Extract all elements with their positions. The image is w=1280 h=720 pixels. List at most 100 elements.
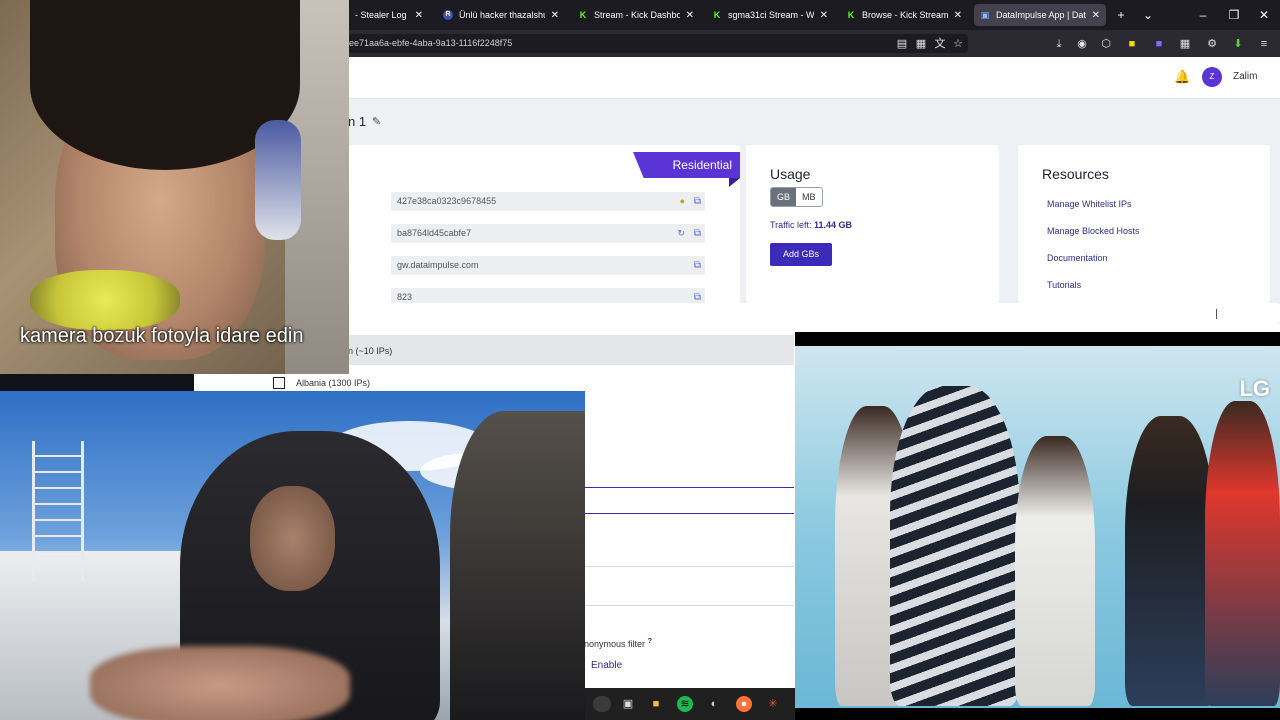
extension-yellow-icon[interactable]: ■ bbox=[1125, 37, 1139, 51]
maximize-icon[interactable]: ❐ bbox=[1225, 6, 1243, 24]
bookmark-star-icon[interactable]: ☆ bbox=[951, 37, 965, 51]
password-value: ba8764ld45cabfe7 bbox=[397, 228, 472, 238]
tab-list-icon[interactable]: ⌄ bbox=[1139, 6, 1157, 24]
tab-dataimpulse[interactable]: ▣ DataImpulse App | DataIm ✕ bbox=[974, 4, 1106, 26]
close-icon[interactable]: ✕ bbox=[820, 10, 828, 21]
section-card bbox=[348, 303, 1280, 323]
add-gbs-button[interactable]: Add GBs bbox=[770, 243, 832, 266]
divider bbox=[584, 487, 794, 488]
close-icon[interactable]: ✕ bbox=[686, 10, 694, 21]
resources-title: Resources bbox=[1042, 166, 1109, 182]
traffic-value: 11.44 GB bbox=[814, 220, 853, 230]
tab-kick-watch[interactable]: K sgma31ci Stream - Watch L ✕ bbox=[706, 4, 834, 26]
reader-icon[interactable]: ▤ bbox=[895, 37, 909, 51]
account-icon[interactable]: ◉ bbox=[1075, 37, 1089, 51]
divider bbox=[584, 605, 794, 606]
close-icon[interactable]: ✕ bbox=[1092, 10, 1100, 21]
minimize-icon[interactable]: – bbox=[1194, 6, 1212, 24]
dataimpulse-icon: ▣ bbox=[980, 10, 990, 20]
unit-mb-button[interactable]: MB bbox=[796, 188, 822, 206]
tab-title: DataImpulse App | DataIm bbox=[996, 10, 1086, 20]
dancer bbox=[1015, 436, 1095, 706]
traffic-label: Traffic left: bbox=[770, 220, 812, 230]
firefox-icon[interactable]: ● bbox=[736, 696, 752, 712]
divider bbox=[584, 513, 794, 514]
steam-icon[interactable]: ◐ bbox=[706, 696, 722, 712]
extension-purple-icon[interactable]: ■ bbox=[1152, 37, 1166, 51]
dark-strip bbox=[0, 374, 194, 391]
overlay-caption: kamera bozuk fotoyla idare edin bbox=[20, 325, 304, 347]
unit-gb-button[interactable]: GB bbox=[771, 188, 797, 206]
extension-download-icon[interactable]: ⬇ bbox=[1231, 37, 1245, 51]
tab-hacker-video[interactable]: R Ünlü hacker thazalshuv ile … ✕ bbox=[437, 4, 565, 26]
tab-stealer-log[interactable]: - Stealer Log Sear ✕ bbox=[349, 4, 429, 26]
albania-checkbox[interactable] bbox=[273, 377, 285, 389]
app-header: 🔔 Z Zalim bbox=[348, 57, 1280, 99]
avatar[interactable]: Z bbox=[1202, 67, 1222, 87]
pencil-icon[interactable]: ✎ bbox=[372, 115, 381, 128]
lg-logo: LG bbox=[1239, 376, 1270, 401]
whitelist-ips-link[interactable]: Manage Whitelist IPs bbox=[1047, 199, 1132, 209]
password-field[interactable]: ba8764ld45cabfe7 ↻ ⧉ bbox=[391, 224, 705, 243]
download-icon[interactable]: ⤓ bbox=[1052, 37, 1066, 51]
kick-icon: K bbox=[579, 10, 587, 20]
blocked-hosts-link[interactable]: Manage Blocked Hosts bbox=[1047, 226, 1140, 236]
close-icon[interactable]: ✕ bbox=[954, 10, 962, 21]
folder-icon[interactable]: ■ bbox=[648, 696, 664, 712]
bell-icon[interactable]: 🔔 bbox=[1174, 69, 1190, 85]
tab-title: Stream - Kick Dashboard bbox=[594, 10, 680, 20]
translate-icon[interactable]: 文 bbox=[933, 37, 947, 51]
tab-kick-browse[interactable]: K Browse - Kick Streaming ✕ bbox=[840, 4, 968, 26]
tab-title: Ünlü hacker thazalshuv ile … bbox=[459, 10, 545, 20]
refresh-icon[interactable]: ↻ bbox=[677, 224, 685, 243]
address-text[interactable]: ee71aa6a-ebfe-4aba-9a13-1116f2248f75 bbox=[349, 38, 512, 48]
headset bbox=[255, 120, 301, 240]
spotify-icon[interactable]: ≋ bbox=[677, 696, 693, 712]
dancer-striped-shirt bbox=[890, 386, 1020, 706]
search-pill-icon[interactable] bbox=[593, 696, 611, 712]
tab-title: sgma31ci Stream - Watch L bbox=[728, 10, 814, 20]
dancer bbox=[1125, 416, 1215, 706]
kick-icon: K bbox=[847, 10, 855, 20]
ribbon-fold bbox=[729, 178, 740, 187]
close-icon[interactable]: ✕ bbox=[415, 10, 423, 21]
host-field[interactable]: gw.dataimpulse.com ⧉ bbox=[391, 256, 705, 275]
tutorials-link[interactable]: Tutorials bbox=[1047, 280, 1081, 290]
rooftop-video bbox=[0, 391, 585, 720]
enable-toggle[interactable]: Enable bbox=[591, 660, 622, 671]
dancer-red-shirt bbox=[1205, 401, 1280, 706]
close-icon[interactable]: ✕ bbox=[551, 10, 559, 21]
help-icon[interactable]: ? bbox=[648, 636, 653, 645]
extension-gear-icon[interactable]: ⚙ bbox=[1205, 37, 1219, 51]
task-view-icon[interactable]: ▣ bbox=[620, 696, 636, 712]
port-field[interactable]: 823 ⧉ bbox=[391, 288, 705, 303]
unit-toggle: GB MB bbox=[770, 187, 823, 207]
locations-band bbox=[348, 335, 794, 365]
app-asterisk-icon[interactable]: ✳ bbox=[765, 696, 781, 712]
dance-video: LG bbox=[795, 332, 1280, 720]
extension-grid-icon[interactable]: ▦ bbox=[1178, 37, 1192, 51]
menu-icon[interactable]: ≡ bbox=[1257, 37, 1271, 51]
login-field[interactable]: 427e38ca0323c9678455 ● ⧉ bbox=[391, 192, 705, 211]
tab-kick-dashboard[interactable]: K Stream - Kick Dashboard ✕ bbox=[572, 4, 700, 26]
usage-title: Usage bbox=[770, 166, 811, 182]
blurred-hand bbox=[90, 646, 350, 720]
person-face bbox=[250, 486, 335, 591]
extension-icon[interactable]: ⬡ bbox=[1099, 37, 1113, 51]
screenshot-icon[interactable]: ▦ bbox=[914, 37, 928, 51]
copy-icon[interactable]: ⧉ bbox=[694, 192, 701, 211]
screen: - Stealer Log Sear ✕ R Ünlü hacker thaza… bbox=[0, 0, 1280, 720]
page-title: n 1 bbox=[348, 114, 367, 129]
copy-icon[interactable]: ⧉ bbox=[694, 224, 701, 243]
close-window-icon[interactable]: ✕ bbox=[1255, 6, 1273, 24]
second-person bbox=[450, 411, 585, 720]
user-name[interactable]: Zalim bbox=[1233, 71, 1257, 82]
copy-icon[interactable]: ⧉ bbox=[694, 256, 701, 275]
plan-type-badge: Residential bbox=[633, 152, 740, 178]
text-cursor bbox=[1216, 309, 1217, 319]
traffic-left: Traffic left: 11.44 GB bbox=[770, 220, 852, 230]
new-tab-icon[interactable]: + bbox=[1112, 6, 1130, 24]
albania-label: Albania (1300 IPs) bbox=[296, 378, 371, 388]
kick-icon: K bbox=[713, 10, 721, 20]
documentation-link[interactable]: Documentation bbox=[1047, 253, 1108, 263]
